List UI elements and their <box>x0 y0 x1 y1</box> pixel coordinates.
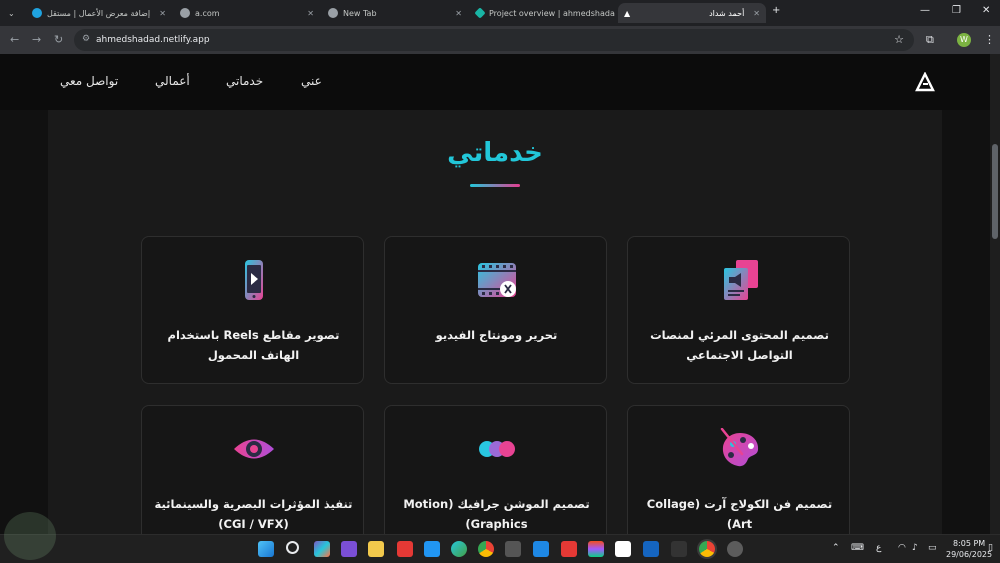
tab-label: New Tab <box>343 8 377 18</box>
chrome-icon <box>328 8 338 18</box>
file-explorer-icon[interactable] <box>368 541 384 557</box>
service-card-reels[interactable]: تصوير مقاطع Reels باستخدام الهاتف المحمو… <box>141 236 364 384</box>
url-text[interactable]: ahmedshadad.netlify.app <box>96 35 210 45</box>
tab-4[interactable]: Project overview | ahmedshada ✕ <box>470 3 616 23</box>
figma-icon[interactable] <box>588 541 604 557</box>
service-card-collage[interactable]: تصميم فن الكولاج آرت (Collage Art) <box>627 405 850 534</box>
translate-icon[interactable] <box>533 541 549 557</box>
vectorizer-icon[interactable] <box>615 541 631 557</box>
notifications-icon[interactable]: ▯ <box>988 543 993 553</box>
netlify-icon <box>474 7 486 19</box>
tab-label: إضافة معرض الأعمال | مستقل <box>47 8 151 18</box>
settings-gear-icon[interactable] <box>727 541 743 557</box>
chevron-up-icon[interactable]: ⌃ <box>832 543 840 553</box>
reload-icon[interactable]: ↻ <box>54 33 63 46</box>
mostaql-favicon-icon <box>32 8 42 18</box>
chrome-icon[interactable] <box>478 541 494 557</box>
page-scrollbar[interactable] <box>990 54 1000 534</box>
service-label: تنفيذ المؤثرات البصرية والسينمائية (CGI … <box>154 497 353 531</box>
megaphone-document-icon <box>724 260 758 300</box>
visual-studio-icon[interactable] <box>341 541 357 557</box>
address-bar[interactable]: ⚙ ahmedshadad.netlify.app ☆ <box>74 29 914 51</box>
menu-dots-icon[interactable]: ⋮ <box>984 33 995 46</box>
close-window-button[interactable]: ✕ <box>982 5 990 16</box>
document-app-icon[interactable] <box>643 541 659 557</box>
tab-label: أحمد شداد <box>709 8 745 18</box>
service-card-social-content[interactable]: تصميم المحتوى المرئي لمنصات التواصل الاج… <box>627 236 850 384</box>
nav-contact[interactable]: تواصل معي <box>60 74 118 88</box>
service-label: تصوير مقاطع Reels باستخدام الهاتف المحمو… <box>167 328 340 362</box>
youtube-icon[interactable] <box>561 541 577 557</box>
close-icon[interactable]: ✕ <box>159 9 166 18</box>
nav-about[interactable]: عني <box>301 74 322 88</box>
film-scissors-icon <box>478 263 516 297</box>
maximize-button[interactable]: ❐ <box>952 5 961 16</box>
close-icon[interactable]: ✕ <box>455 9 462 18</box>
tab-1[interactable]: إضافة معرض الأعمال | مستقل ✕ <box>26 3 172 23</box>
app-icon[interactable] <box>671 541 687 557</box>
forward-arrow-icon[interactable]: → <box>32 33 41 46</box>
nav-works[interactable]: أعمالي <box>155 74 190 88</box>
clock[interactable]: 8:05 PM 29/06/2025 <box>946 538 992 560</box>
nav-services[interactable]: خدماتي <box>226 74 263 88</box>
bookmark-star-icon[interactable]: ☆ <box>894 33 904 46</box>
start-windows-icon[interactable] <box>258 541 274 557</box>
chrome-profile-icon[interactable] <box>699 541 715 557</box>
search-icon[interactable] <box>286 541 299 554</box>
service-label: تحرير ومونتاج الفيديو <box>435 328 558 342</box>
close-icon[interactable]: ✕ <box>753 9 760 18</box>
site-logo-favicon-icon: ▲ <box>624 8 631 18</box>
clock-time: 8:05 PM <box>952 539 986 548</box>
title-underline <box>470 184 520 187</box>
edge-icon[interactable] <box>451 541 467 557</box>
tab-2[interactable]: a.com ✕ <box>174 3 320 23</box>
section-title: خدماتي <box>447 138 543 168</box>
watermark-shield-icon <box>4 512 56 560</box>
site-logo-icon[interactable] <box>915 72 935 92</box>
toolbar: ← → ↻ ⚙ ahmedshadad.netlify.app ☆ ⧉ W ⋮ <box>0 26 1000 54</box>
site-info-icon[interactable]: ⚙ <box>82 34 90 44</box>
site-navbar: تواصل معي أعمالي خدماتي عني <box>0 54 990 110</box>
palette-brush-icon <box>720 428 759 467</box>
clock-date: 29/06/2025 <box>946 550 993 559</box>
keyboard-icon[interactable]: ⌨ <box>851 543 864 553</box>
minimize-button[interactable]: — <box>920 5 930 16</box>
tab-search-button[interactable]: ⌄ <box>2 3 24 23</box>
tab-strip: ⌄ إضافة معرض الأعمال | مستقل ✕ a.com ✕ N… <box>0 0 1000 26</box>
tab-label: a.com <box>195 8 220 18</box>
back-arrow-icon[interactable]: ← <box>10 33 19 46</box>
service-label: تصميم المحتوى المرئي لمنصات التواصل الاج… <box>650 328 829 362</box>
language-indicator[interactable]: ع <box>876 543 881 553</box>
service-card-vfx[interactable]: تنفيذ المؤثرات البصرية والسينمائية (CGI … <box>141 405 364 534</box>
service-label: تصميم الموشن جرافيك (Motion Graphics) <box>403 497 590 531</box>
service-card-motion[interactable]: تصميم الموشن جرافيك (Motion Graphics) <box>384 405 607 534</box>
wifi-icon[interactable]: ◠ <box>898 543 906 553</box>
battery-icon[interactable]: ▭ <box>928 543 937 553</box>
motion-circles-icon <box>479 441 515 457</box>
store-icon[interactable] <box>505 541 521 557</box>
new-tab-button[interactable]: + <box>772 5 780 16</box>
smartphone-play-icon <box>245 260 263 300</box>
scrollbar-thumb[interactable] <box>992 144 998 239</box>
web-page: تواصل معي أعمالي خدماتي عني خدماتي تصوير… <box>0 54 990 534</box>
volume-icon[interactable]: ♪ <box>912 543 918 553</box>
globe-icon <box>180 8 190 18</box>
tab-label: Project overview | ahmedshada <box>489 8 615 18</box>
eye-icon <box>234 439 274 459</box>
service-label: تصميم فن الكولاج آرت (Collage Art) <box>646 497 833 531</box>
extensions-icon[interactable]: ⧉ <box>926 33 934 47</box>
copilot-icon[interactable] <box>314 541 330 557</box>
windows-taskbar: ⌃ ⌨ ع ◠ ♪ ▭ 8:05 PM 29/06/2025 ▯ <box>0 534 1000 563</box>
vscode-icon[interactable] <box>424 541 440 557</box>
close-icon[interactable]: ✕ <box>307 9 314 18</box>
recorder-app-icon[interactable] <box>397 541 413 557</box>
service-card-editing[interactable]: تحرير ومونتاج الفيديو <box>384 236 607 384</box>
tab-5-active[interactable]: ▲ أحمد شداد ✕ <box>618 3 766 23</box>
profile-avatar[interactable]: W <box>957 33 971 47</box>
tab-3[interactable]: New Tab ✕ <box>322 3 468 23</box>
chevron-down-icon: ⌄ <box>8 8 15 18</box>
